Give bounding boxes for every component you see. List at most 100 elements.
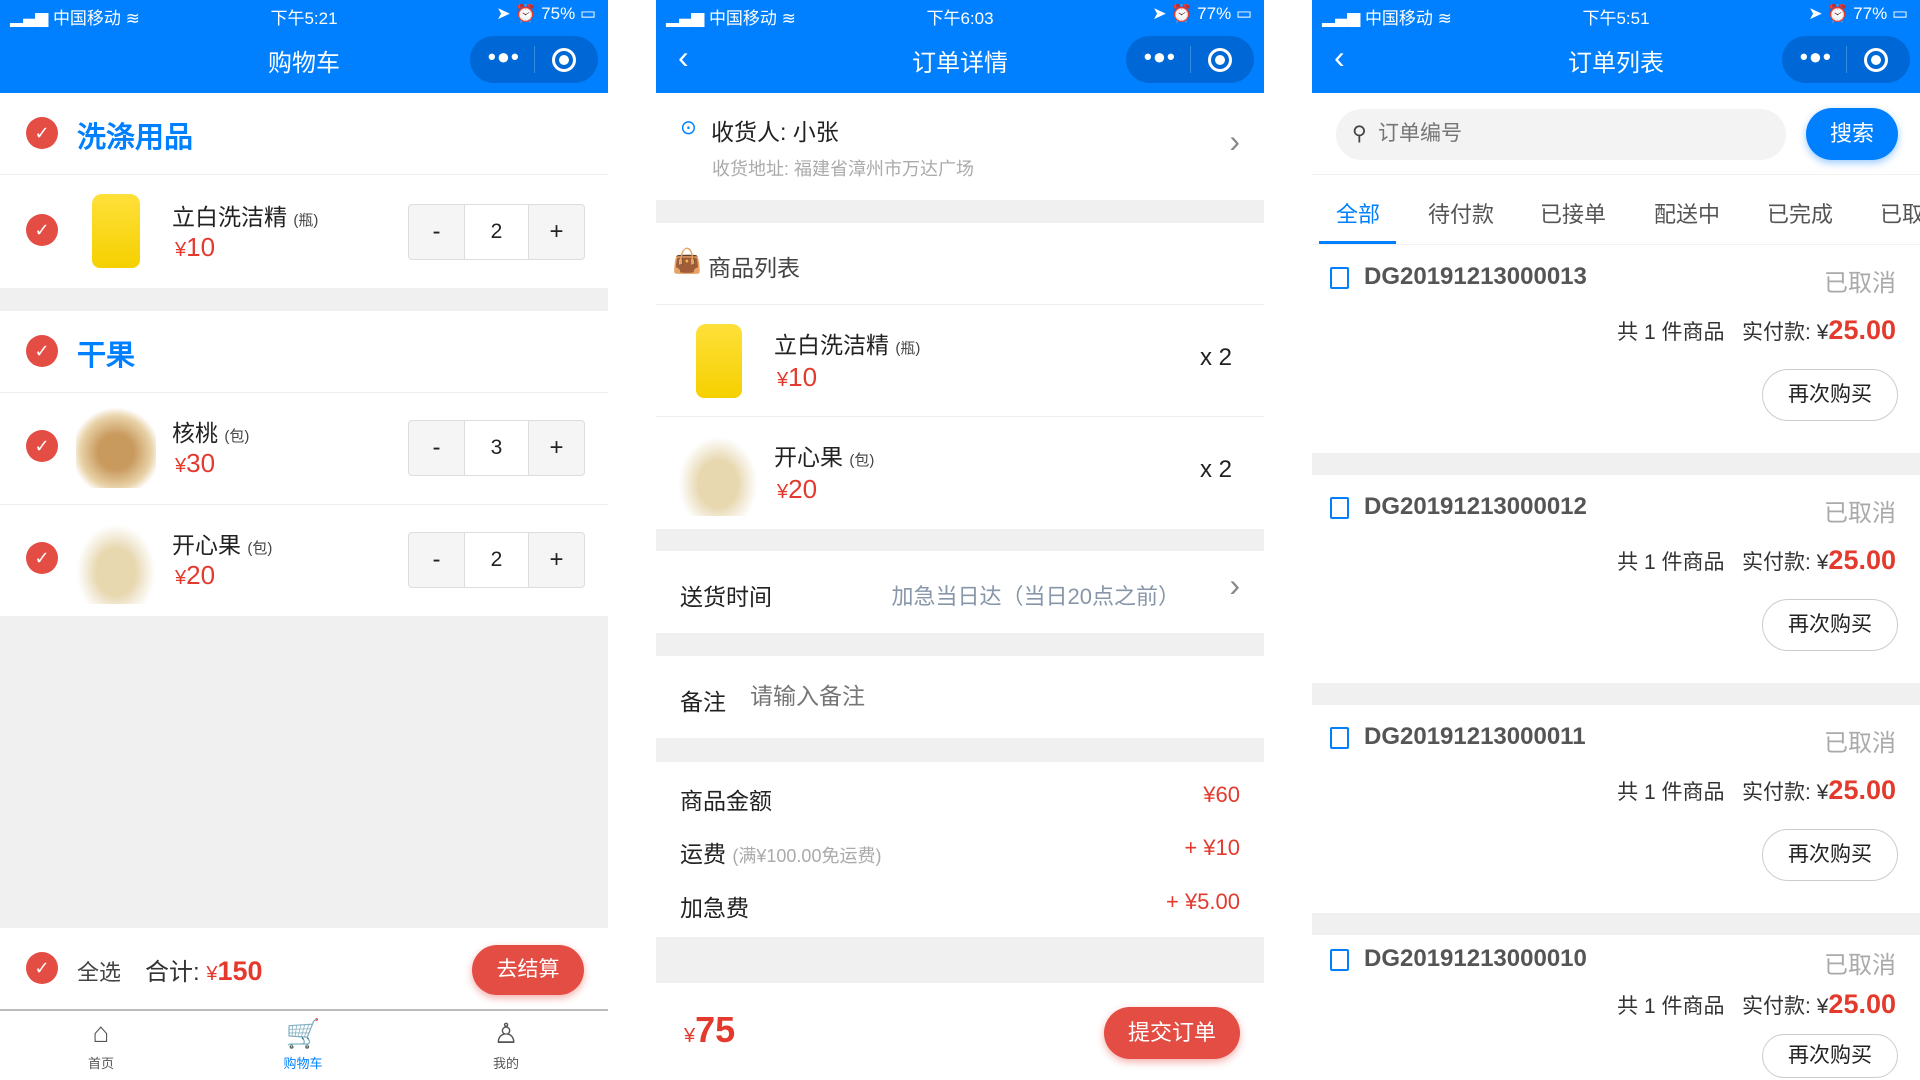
order-summary: 共 1 件商品 实付款: ¥25.00: [1617, 315, 1896, 345]
nav-bar: ‹ 订单列表 •●•: [1312, 27, 1920, 93]
checkout-button[interactable]: 去结算: [472, 945, 584, 995]
product-name: 开心果 (包): [774, 444, 875, 470]
order-icon: [1330, 497, 1349, 519]
order-id: DG20191213000012: [1364, 493, 1587, 520]
order-total: ¥75: [684, 1009, 736, 1050]
status-bar: ▂▄▆ 中国移动 ≋ 下午5:21 ➤ ⏰ 75% ▭: [0, 0, 608, 28]
location-icon: ➤: [1152, 4, 1167, 23]
rebuy-button[interactable]: 再次购买: [1762, 829, 1898, 881]
miniprogram-capsule: •●•: [1782, 36, 1910, 83]
quantity-input[interactable]: 2: [463, 533, 530, 587]
total: 合计: ¥150: [145, 956, 263, 986]
order-summary: 共 1 件商品 实付款: ¥25.00: [1617, 775, 1896, 805]
alarm-icon: ⏰: [515, 4, 537, 23]
tab-accepted[interactable]: 已接单: [1540, 197, 1606, 229]
tab-all[interactable]: 全部: [1336, 197, 1380, 229]
search-button[interactable]: 搜索: [1806, 108, 1898, 160]
order-status: 已取消: [1824, 730, 1896, 757]
order-summary: 共 1 件商品 实付款: ¥25.00: [1617, 989, 1896, 1019]
note-label: 备注: [680, 689, 726, 715]
category-checkbox[interactable]: ✓: [26, 335, 58, 367]
product-image: [76, 408, 156, 488]
search-field[interactable]: ⚲: [1336, 109, 1786, 160]
item-checkbox[interactable]: ✓: [26, 430, 58, 462]
receiver: 收货人: 小张: [711, 119, 839, 145]
close-target-icon[interactable]: [552, 48, 576, 72]
battery-level: 77%: [1853, 4, 1888, 23]
item-quantity: x 2: [1199, 456, 1232, 483]
shipping-label: 运费 (满¥100.00免运费): [680, 841, 882, 867]
address: 收货地址: 福建省漳州市万达广场: [712, 159, 975, 179]
increase-button[interactable]: +: [529, 421, 584, 475]
quantity-input[interactable]: 3: [463, 421, 530, 475]
battery-icon: ▭: [579, 4, 596, 23]
search-bar: ⚲ 搜索: [1312, 93, 1920, 174]
delivery-value: 加急当日达（当日20点之前）: [891, 584, 1180, 609]
product-name: 开心果 (包): [172, 532, 273, 558]
product-price: ¥20: [777, 474, 818, 504]
order-card[interactable]: DG20191213000011 已取消 共 1 件商品 实付款: ¥25.00…: [1312, 705, 1920, 913]
order-status: 已取消: [1824, 952, 1896, 979]
order-item: 立白洗洁精 (瓶) ¥10 x 2: [656, 304, 1264, 416]
product-price: ¥20: [175, 560, 216, 590]
rebuy-button[interactable]: 再次购买: [1762, 369, 1898, 421]
product-name: 立白洗洁精 (瓶): [172, 204, 319, 230]
close-target-icon[interactable]: [1208, 48, 1232, 72]
cart-icon: 🛒: [285, 1018, 321, 1049]
more-icon[interactable]: •●•: [1144, 44, 1176, 70]
rebuy-button[interactable]: 再次购买: [1762, 1034, 1898, 1078]
tab-me[interactable]: ♙ 我的: [466, 1017, 546, 1072]
order-card[interactable]: DG20191213000012 已取消 共 1 件商品 实付款: ¥25.00…: [1312, 475, 1920, 683]
decrease-button[interactable]: -: [409, 421, 464, 475]
location-icon: ➤: [496, 4, 511, 23]
close-target-icon[interactable]: [1864, 48, 1888, 72]
note-row: 备注: [656, 656, 1264, 738]
status-bar: ▂▄▆ 中国移动 ≋ 下午5:51 ➤ ⏰ 77% ▭: [1312, 0, 1920, 28]
goods-amount-label: 商品金额: [680, 788, 772, 814]
increase-button[interactable]: +: [529, 533, 584, 587]
goods-header-title: 商品列表: [708, 255, 800, 281]
order-id: DG20191213000011: [1364, 723, 1586, 750]
search-input[interactable]: [1378, 117, 1768, 151]
decrease-button[interactable]: -: [409, 533, 464, 587]
miniprogram-capsule: •●•: [1126, 36, 1254, 83]
alarm-icon: ⏰: [1171, 4, 1193, 23]
goods-header: 👜 商品列表: [656, 223, 1264, 304]
submit-order-button[interactable]: 提交订单: [1104, 1007, 1240, 1059]
decrease-button[interactable]: -: [409, 205, 464, 259]
battery-icon: ▭: [1891, 4, 1908, 23]
quantity-input[interactable]: 2: [463, 205, 530, 259]
increase-button[interactable]: +: [529, 205, 584, 259]
product-price: ¥10: [175, 232, 216, 262]
order-card[interactable]: DG20191213000013 已取消 共 1 件商品 实付款: ¥25.00…: [1312, 245, 1920, 453]
item-checkbox[interactable]: ✓: [26, 542, 58, 574]
tab-pending-payment[interactable]: 待付款: [1428, 197, 1494, 229]
more-icon[interactable]: •●•: [488, 44, 520, 70]
tab-cart[interactable]: 🛒 购物车: [263, 1017, 343, 1072]
tab-completed[interactable]: 已完成: [1767, 197, 1833, 229]
product-image: [76, 524, 156, 604]
select-all-checkbox[interactable]: ✓: [26, 952, 58, 984]
quantity-stepper: -3 +: [408, 420, 585, 476]
category-header: ✓ 洗涤用品: [0, 93, 608, 174]
more-icon[interactable]: •●•: [1800, 44, 1832, 70]
item-quantity: x 2: [1199, 344, 1232, 371]
tab-delivering[interactable]: 配送中: [1654, 197, 1720, 229]
rebuy-button[interactable]: 再次购买: [1762, 599, 1898, 651]
address-row[interactable]: ⊙ 收货人: 小张 收货地址: 福建省漳州市万达广场 ›: [656, 93, 1264, 200]
delivery-time-row[interactable]: 送货时间 加急当日达（当日20点之前） ›: [656, 551, 1264, 633]
tab-home[interactable]: ⌂ 首页: [61, 1017, 141, 1072]
order-status: 已取消: [1824, 500, 1896, 527]
location-icon: ➤: [1808, 4, 1823, 23]
battery-level: 75%: [541, 4, 576, 23]
product-name: 核桃 (包): [172, 420, 250, 446]
product-price: ¥30: [175, 448, 216, 478]
order-card[interactable]: DG20191213000010 已取消 共 1 件商品 实付款: ¥25.00…: [1312, 935, 1920, 1080]
order-summary: 共 1 件商品 实付款: ¥25.00: [1617, 545, 1896, 575]
tab-cancelled[interactable]: 已取: [1880, 197, 1920, 229]
chevron-right-icon: ›: [1229, 567, 1240, 603]
order-id: DG20191213000013: [1364, 263, 1587, 290]
item-checkbox[interactable]: ✓: [26, 214, 58, 246]
category-checkbox[interactable]: ✓: [26, 117, 58, 149]
note-input[interactable]: [750, 676, 1230, 716]
